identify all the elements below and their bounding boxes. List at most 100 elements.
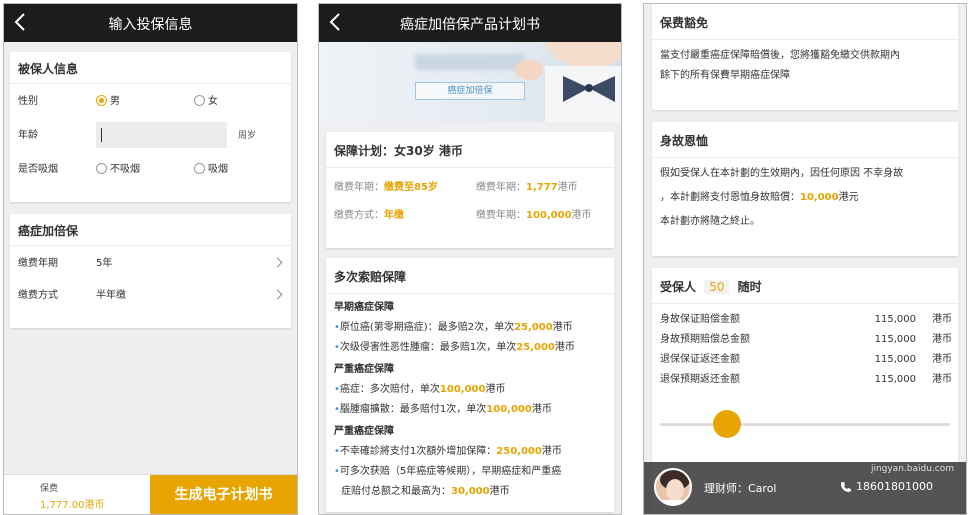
severe-cancer-title-2: 严重癌症保障	[334, 426, 394, 437]
claim-text: 症赔付总额之和最高为：	[341, 486, 451, 497]
chevron-right-icon	[272, 289, 283, 300]
claim-value: 250,000	[496, 446, 542, 457]
row-unit: 港币	[932, 354, 952, 365]
advisor-bar: 理财师：Carol 18601801000 jingyan.baidu.com	[644, 462, 966, 514]
claims-heading: 多次索赔保障	[326, 258, 614, 294]
advisor-name: 理财师：Carol	[704, 482, 777, 495]
age-row: 年龄 周岁	[18, 122, 283, 150]
navbar: 癌症加倍保产品计划书	[319, 4, 621, 42]
gender-male-option[interactable]: 男	[96, 92, 120, 112]
death-benefit-card: 身故恩恤 假如受保人在本計劃的生效期內，因任何原因 不幸身故 ，本計劃將支付恩恤…	[652, 122, 958, 256]
plan-item-value: 年缴	[384, 210, 404, 221]
phone-icon[interactable]	[840, 481, 852, 493]
early-cancer-title: 早期癌症保障	[334, 302, 394, 313]
table-row: 身故保证赔偿金额 115,000 港币	[660, 310, 952, 330]
smoke-no-option[interactable]: 不吸烟	[96, 160, 140, 180]
early-item-2: •次级侵害性恶性腫瘤：最多赔1次，单次25,000港币	[334, 342, 575, 353]
beneficiary-heading-text: 受保人	[660, 280, 697, 294]
plan-item-label: 缴费年期：	[334, 182, 384, 193]
bottom-bar: 保费 1,777.00港币 生成电子计划书	[4, 474, 297, 514]
radio-unchecked-icon	[194, 163, 205, 174]
claim-unit: 港币	[485, 384, 506, 395]
premium-waiver-card: 保费豁免 當支付嚴重癌症保障賠償後，您將獲豁免繳交供款期內 餘下的所有保費早期癌…	[652, 4, 958, 110]
smoke-label: 是否吸烟	[18, 164, 58, 175]
claim-unit: 港币	[541, 446, 562, 457]
slider-knob[interactable]	[712, 410, 741, 438]
plan-item-label: 缴费年期：	[476, 182, 526, 193]
radio-unchecked-icon	[194, 95, 205, 106]
gender-male-label: 男	[110, 96, 120, 107]
plan-item-value: 缴费至85岁	[384, 182, 438, 193]
row-label: 身故保证赔偿金额	[660, 314, 740, 325]
watermark-url: jingyan.baidu.com	[870, 464, 954, 474]
gender-female-label: 女	[208, 96, 218, 107]
payment-method-row[interactable]: 缴费方式 半年缴	[18, 286, 283, 306]
smoke-row: 是否吸烟 不吸烟 吸烟	[18, 160, 283, 180]
plan-item-unit: 港币	[557, 182, 578, 193]
input-insurance-screen: 输入投保信息 被保人信息 性别 男 女 年龄 周岁 是否吸烟 不吸烟 吸烟 癌症…	[3, 3, 298, 515]
premium-label: 保费	[40, 484, 59, 494]
row-label: 退保保证返还金额	[660, 354, 740, 365]
claims-body: 早期癌症保障 •原位癌(第零期癌症)：最多赔2次，单次25,000港币 •次级侵…	[334, 298, 610, 502]
death-text: ，本計劃將支付恩恤身故賠償：	[660, 192, 800, 203]
age-input[interactable]	[96, 122, 227, 148]
smoke-yes-option[interactable]: 吸烟	[194, 160, 228, 180]
gender-female-option[interactable]: 女	[194, 92, 218, 112]
payment-method-label: 缴费方式	[18, 290, 58, 301]
beneficiary-heading-post: 随时	[737, 280, 762, 294]
plan-item-value: 1,777	[526, 182, 558, 193]
advisor-avatar[interactable]	[654, 468, 692, 506]
claim-unit: 港币	[531, 404, 552, 415]
claim-value: 25,000	[514, 322, 553, 333]
woman-illustration-icon	[515, 42, 621, 122]
plan-item-3: 缴费年期：100,000港币	[476, 206, 592, 226]
gender-row: 性别 男 女	[18, 92, 283, 112]
page-title: 输入投保信息	[108, 17, 193, 33]
advisor-avatar-icon	[656, 470, 690, 504]
plan-item-value: 100,000	[526, 210, 572, 221]
payment-method-value: 半年缴	[96, 290, 126, 301]
premium-value: 1,777.00港币	[40, 500, 105, 511]
age-badge: 50	[704, 280, 730, 294]
death-text-1: 假如受保人在本計劃的生效期內，因任何原因 不幸身故	[660, 168, 904, 179]
claim-unit: 港币	[552, 322, 573, 333]
severe-item-2: •腦腫瘤擴散：最多赔付1次，单次100,000港币	[334, 404, 552, 415]
plan-card: 保障计划：女30岁 港币 缴费年期：缴费至85岁 缴费年期：1,777港币 缴费…	[326, 132, 614, 248]
advisor-phone[interactable]: 18601801000	[856, 480, 933, 493]
claims-card: 多次索赔保障 早期癌症保障 •原位癌(第零期癌症)：最多赔2次，单次25,000…	[326, 258, 614, 512]
payment-term-label: 缴费年期	[18, 258, 58, 269]
row-value: 115,000	[874, 314, 916, 325]
claim-text: 不幸確診將支付1次額外增加保障：	[339, 446, 497, 457]
waiver-body: 當支付嚴重癌症保障賠償後，您將獲豁免繳交供款期內 餘下的所有保費早期癌症保障	[660, 46, 952, 86]
early-item-1: •原位癌(第零期癌症)：最多赔2次，单次25,000港币	[334, 322, 573, 333]
row-value: 115,000	[874, 374, 916, 385]
product-card: 癌症加倍保 缴费年期 5年 缴费方式 半年缴	[10, 214, 291, 328]
insured-info-card: 被保人信息 性别 男 女 年龄 周岁 是否吸烟 不吸烟 吸烟	[10, 52, 291, 202]
claim-text: 腦腫瘤擴散：最多赔付1次，单次	[339, 404, 487, 415]
navbar: 输入投保信息	[4, 4, 297, 42]
generate-plan-button[interactable]: 生成电子计划书	[150, 475, 297, 514]
row-unit: 港币	[932, 374, 952, 385]
claim-unit: 港币	[554, 342, 575, 353]
chevron-right-icon	[272, 257, 283, 268]
age-unit: 周岁	[238, 131, 257, 141]
plan-item-0: 缴费年期：缴费至85岁	[334, 178, 438, 198]
claim-value: 30,000	[451, 486, 490, 497]
gender-label: 性别	[18, 96, 38, 107]
row-label: 身故预期赔偿总金额	[660, 334, 750, 345]
text-cursor	[101, 128, 102, 142]
product-banner: 癌症加倍保	[319, 42, 621, 122]
age-label: 年龄	[18, 130, 38, 141]
benefits-screen: 保费豁免 當支付嚴重癌症保障賠償後，您將獲豁免繳交供款期內 餘下的所有保費早期癌…	[643, 3, 967, 515]
severe-item-1: •癌症：多次赔付，单次100,000港币	[334, 384, 506, 395]
smoke-no-label: 不吸烟	[110, 164, 140, 175]
severe2-item-2: •可多次获赔（5年癌症等候期），早期癌症和严重癌	[334, 466, 562, 477]
payment-term-row[interactable]: 缴费年期 5年	[18, 254, 283, 274]
death-unit: 港元	[838, 192, 859, 203]
death-text-2: ，本計劃將支付恩恤身故賠償：10,000港元	[660, 186, 954, 210]
benefit-table: 身故保证赔偿金额 115,000 港币 身故预期赔偿总金额 115,000 港币 退保保…	[660, 310, 952, 390]
table-row: 身故预期赔偿总金额 115,000 港币	[660, 330, 952, 350]
row-value: 115,000	[874, 334, 916, 345]
death-body: 假如受保人在本計劃的生效期內，因任何原因 不幸身故 ，本計劃將支付恩恤身故賠償：…	[660, 162, 954, 234]
waiver-heading: 保费豁免	[652, 4, 958, 40]
